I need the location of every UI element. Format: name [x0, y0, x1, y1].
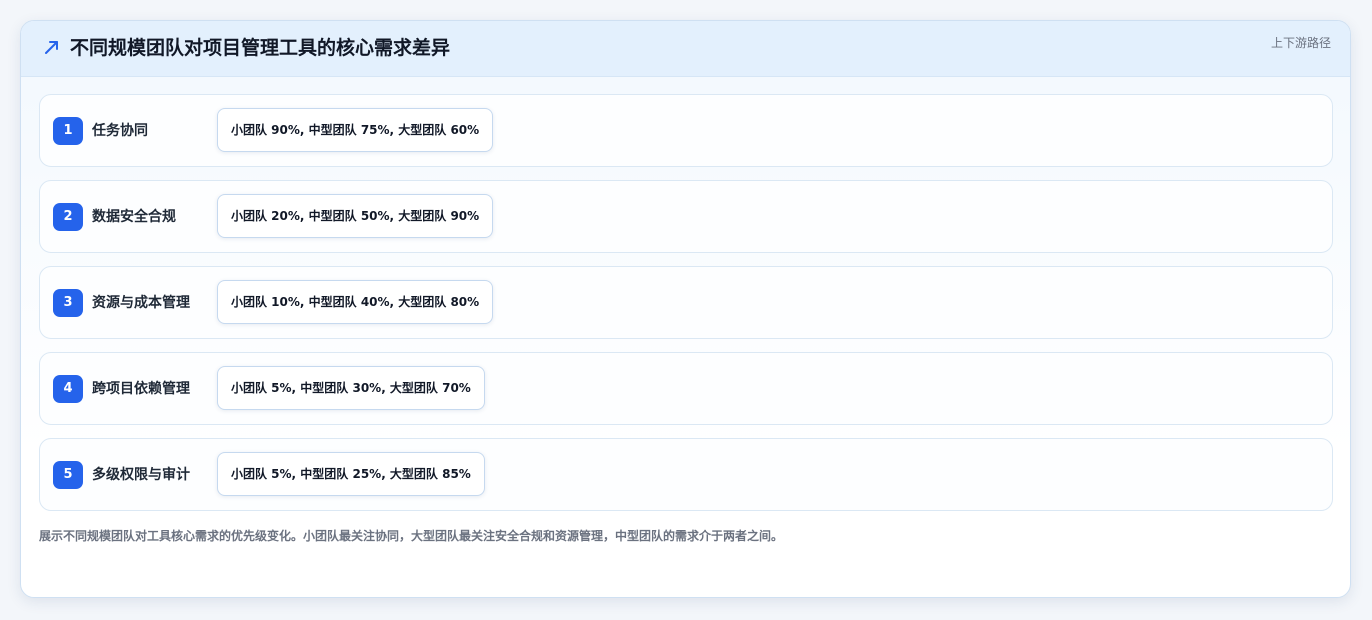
row-detail-pill: 小团队 90%, 中型团队 75%, 大型团队 60% — [217, 108, 494, 152]
trend-arrow-icon — [45, 41, 58, 54]
card-title: 不同规模团队对项目管理工具的核心需求差异 — [70, 37, 451, 59]
row-number-badge: 5 — [53, 461, 83, 489]
requirement-row: 1 任务协同 小团队 90%, 中型团队 75%, 大型团队 60% — [39, 94, 1333, 167]
row-label: 跨项目依赖管理 — [92, 381, 190, 397]
row-number-badge: 4 — [53, 375, 83, 403]
row-detail-pill: 小团队 5%, 中型团队 25%, 大型团队 85% — [217, 452, 485, 496]
row-label: 任务协同 — [92, 123, 148, 139]
row-label: 资源与成本管理 — [92, 295, 190, 311]
row-number-badge: 3 — [53, 289, 83, 317]
requirement-row: 2 数据安全合规 小团队 20%, 中型团队 50%, 大型团队 90% — [39, 180, 1333, 253]
requirement-row: 3 资源与成本管理 小团队 10%, 中型团队 40%, 大型团队 80% — [39, 266, 1333, 339]
footer-note: 展示不同规模团队对工具核心需求的优先级变化。小团队最关注协同，大型团队最关注安全… — [39, 529, 784, 543]
requirement-row: 5 多级权限与审计 小团队 5%, 中型团队 25%, 大型团队 85% — [39, 438, 1333, 511]
header-tag: 上下游路径 — [1270, 36, 1331, 50]
requirement-list: 1 任务协同 小团队 90%, 中型团队 75%, 大型团队 60% 2 数据安… — [39, 94, 1333, 524]
row-number-badge: 1 — [53, 117, 83, 145]
row-detail-pill: 小团队 10%, 中型团队 40%, 大型团队 80% — [217, 280, 494, 324]
diagram-card: 不同规模团队对项目管理工具的核心需求差异 上下游路径 1 任务协同 小团队 90… — [20, 20, 1351, 598]
row-number-badge: 2 — [53, 203, 83, 231]
row-detail-pill: 小团队 5%, 中型团队 30%, 大型团队 70% — [217, 366, 485, 410]
requirement-row: 4 跨项目依赖管理 小团队 5%, 中型团队 30%, 大型团队 70% — [39, 352, 1333, 425]
row-label: 多级权限与审计 — [92, 467, 190, 483]
row-detail-pill: 小团队 20%, 中型团队 50%, 大型团队 90% — [217, 194, 494, 238]
row-label: 数据安全合规 — [92, 209, 176, 225]
card-header: 不同规模团队对项目管理工具的核心需求差异 上下游路径 — [21, 21, 1350, 77]
